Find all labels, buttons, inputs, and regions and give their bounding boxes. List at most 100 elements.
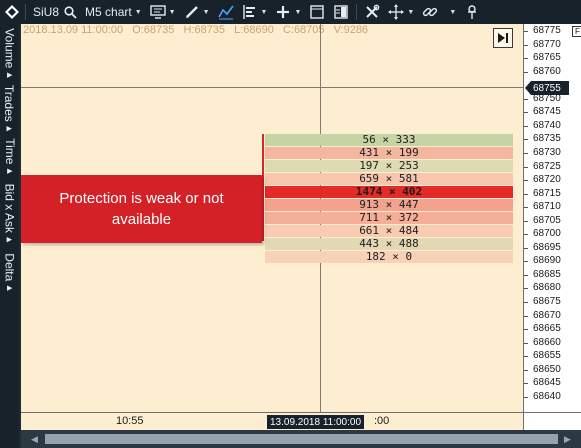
- cluster-row: 661 × 484: [265, 224, 513, 237]
- tab-label: Volume: [2, 28, 17, 69]
- price-label: 68725: [533, 160, 561, 172]
- tools-button[interactable]: [360, 0, 384, 24]
- price-label: 68700: [533, 228, 561, 240]
- horizontal-scrollbar[interactable]: ◀ ▶: [21, 430, 581, 448]
- chevron-down-icon: ▶: [6, 285, 13, 293]
- scroll-right-icon[interactable]: ▶: [564, 434, 571, 445]
- time-label: :00: [374, 415, 390, 427]
- tab-bid-x-ask[interactable]: Bid x Ask ▶: [0, 178, 19, 248]
- window-icon: [309, 4, 325, 20]
- chevron-down-icon: ▼: [260, 8, 268, 16]
- layout-button[interactable]: [329, 0, 353, 24]
- chevron-down-icon: ▼: [449, 8, 457, 16]
- chart-type-button[interactable]: ▼: [146, 0, 180, 24]
- search-icon[interactable]: [64, 5, 77, 19]
- chevron-down-icon: ▶: [6, 236, 13, 244]
- tab-time[interactable]: Time ▶: [0, 134, 19, 178]
- pin-icon: [464, 4, 480, 20]
- price-tick: [524, 71, 528, 73]
- fit-badge[interactable]: F: [572, 26, 581, 37]
- tab-delta[interactable]: Delta ▶: [0, 248, 19, 296]
- price-label: 68735: [533, 133, 561, 145]
- price-label: 68675: [533, 296, 561, 307]
- price-tick: [524, 247, 528, 249]
- footprint-cluster[interactable]: 56 × 333 431 × 199 197 × 253 659 × 581 1474 …: [265, 133, 513, 264]
- price-label: 68705: [533, 214, 561, 226]
- timeframe-label: M5 chart: [85, 5, 132, 19]
- symbol-selector[interactable]: SiU8: [29, 0, 81, 24]
- price-label: 68750: [533, 92, 561, 104]
- chart-area[interactable]: 2018.13.09 11:00:00 O:68735 H:68735 L:68…: [21, 24, 523, 412]
- price-tick: [524, 152, 528, 154]
- ohlc-readout: 2018.13.09 11:00:00 O:68735 H:68735 L:68…: [23, 24, 374, 36]
- chevron-down-icon: ▼: [202, 8, 210, 16]
- price-tick: [524, 274, 528, 276]
- window-button[interactable]: [305, 0, 329, 24]
- toolbar-separator: [356, 4, 358, 20]
- price-axis[interactable]: F 68755 68775 68770 68765 68760 68750 68745 68…: [523, 24, 581, 412]
- link-button[interactable]: [418, 0, 442, 24]
- app-logo-icon[interactable]: [2, 2, 22, 22]
- chevron-down-icon: ▼: [294, 8, 302, 16]
- price-label: 68710: [533, 201, 561, 213]
- price-tick: [524, 302, 528, 303]
- price-label: 68655: [533, 350, 561, 362]
- tab-trades[interactable]: Trades ▶: [0, 82, 19, 134]
- add-button[interactable]: ▼: [271, 0, 305, 24]
- cluster-row: 431 × 199: [265, 146, 513, 159]
- tab-label: Bid x Ask: [2, 183, 17, 233]
- timeframe-dropdown[interactable]: M5 chart ▼: [81, 0, 146, 24]
- price-label: 68680: [533, 282, 561, 294]
- more-button[interactable]: ▼: [442, 0, 460, 24]
- price-tick: [524, 166, 528, 168]
- pin-button[interactable]: [460, 0, 484, 24]
- tab-label: Delta: [2, 253, 17, 282]
- chevron-down-icon: ▼: [168, 8, 176, 16]
- drawing-tool-button[interactable]: ▼: [180, 0, 214, 24]
- cluster-row: 711 × 372: [265, 211, 513, 224]
- price-label: 68715: [533, 187, 561, 199]
- price-tick: [524, 383, 528, 385]
- top-toolbar: SiU8 M5 chart ▼ ▼ ▼ ▼ ▼ ▼ ▼: [0, 0, 581, 24]
- ohlc-low: L:68690: [234, 24, 274, 36]
- price-tick: [524, 356, 528, 358]
- cluster-row: 56 × 333: [265, 133, 513, 146]
- toolbar-separator: [25, 4, 26, 20]
- price-label: 68760: [533, 65, 561, 77]
- price-label: 68765: [533, 52, 561, 64]
- price-label: 68730: [533, 146, 561, 158]
- ohlc-open: O:68735: [132, 24, 175, 36]
- crosshair-button[interactable]: ▼: [384, 0, 418, 24]
- price-label: 68670: [533, 309, 561, 321]
- scroll-to-end-button[interactable]: [493, 28, 513, 48]
- left-tab-bar: Volume ▶ Trades ▶ Time ▶ Bid x Ask ▶ Delta ▶: [0, 24, 19, 448]
- scrollbar-thumb[interactable]: [45, 434, 558, 444]
- price-tick: [524, 112, 528, 114]
- ohlc-volume: V:9286: [333, 24, 369, 36]
- price-tick: [524, 139, 528, 141]
- price-label: 68695: [533, 241, 561, 253]
- cluster-row: 197 × 253: [265, 159, 513, 172]
- price-tick: [524, 329, 528, 331]
- time-axis[interactable]: 10:55 13.09.2018 11:00:00 :00: [21, 412, 523, 430]
- move-arrows-icon: [388, 4, 405, 20]
- price-tick: [524, 288, 528, 290]
- price-label: 68685: [533, 268, 561, 280]
- price-tick: [524, 396, 528, 398]
- align-button[interactable]: ▼: [238, 0, 272, 24]
- indicator-button[interactable]: [214, 0, 238, 24]
- current-time-marker: 13.09.2018 11:00:00: [267, 415, 365, 429]
- price-tick: [524, 44, 528, 46]
- cluster-row: 913 × 447: [265, 198, 513, 211]
- tab-volume[interactable]: Volume ▶: [0, 24, 19, 82]
- scroll-left-icon[interactable]: ◀: [31, 434, 38, 445]
- plus-icon: [275, 4, 291, 20]
- ohlc-high: H:68735: [183, 24, 226, 36]
- cluster-row: 443 × 488: [265, 237, 513, 250]
- price-label: 68775: [533, 25, 561, 36]
- price-tick: [524, 207, 528, 209]
- price-label: 68640: [533, 390, 561, 402]
- price-tick: [524, 193, 528, 195]
- tab-label: Trades: [2, 84, 17, 122]
- cluster-row: 659 × 581: [265, 172, 513, 185]
